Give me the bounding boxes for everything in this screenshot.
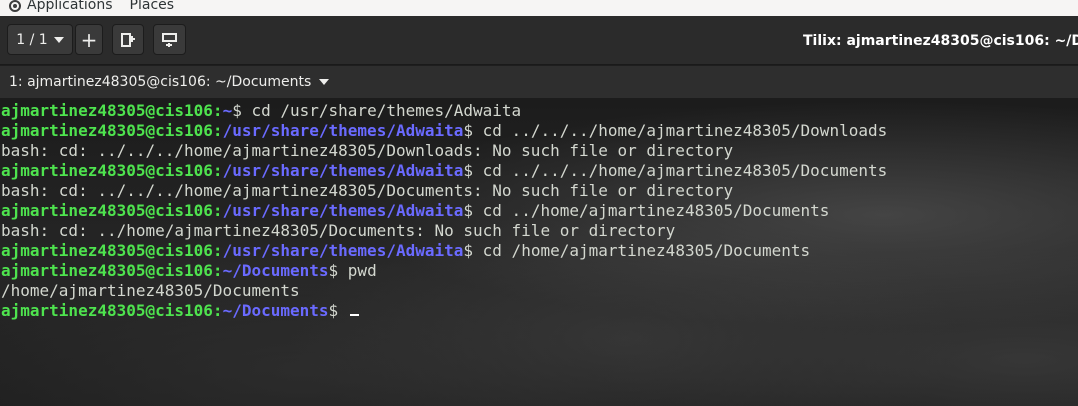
- output-line: bash: cd: ../../../home/ajmartinez48305/…: [1, 141, 734, 160]
- prompt-user: ajmartinez48305@cis106:: [1, 201, 223, 220]
- prompt-path: /usr/share/themes/Adwaita: [222, 241, 464, 260]
- output-line: bash: cd: ../home/ajmartinez48305/Docume…: [1, 221, 676, 240]
- command-text: $ cd /home/ajmartinez48305/Documents: [463, 241, 811, 260]
- prompt-user: ajmartinez48305@cis106:: [1, 241, 223, 260]
- prompt-user: ajmartinez48305@cis106:: [1, 161, 223, 180]
- chevron-down-icon[interactable]: [319, 79, 330, 85]
- prompt-path: /usr/share/themes/Adwaita: [222, 161, 464, 180]
- window-title: Tilix: ajmartinez48305@cis106: ~/Documen…: [803, 33, 1078, 49]
- command-text: $: [328, 301, 348, 320]
- prompt-line: ajmartinez48305@cis106:~$ cd /usr/share/…: [1, 101, 887, 121]
- prompt-user: ajmartinez48305@cis106:: [1, 261, 223, 280]
- terminal-title-bar[interactable]: 1: ajmartinez48305@cis106: ~/Documents: [0, 66, 1078, 98]
- prompt-line: ajmartinez48305@cis106:~/Documents$: [1, 301, 887, 321]
- command-text: $ cd ../../../home/ajmartinez48305/Downl…: [463, 121, 888, 140]
- prompt-line: ajmartinez48305@cis106:/usr/share/themes…: [1, 161, 887, 181]
- places-label: Places: [129, 0, 175, 13]
- command-text: $ cd ../../../home/ajmartinez48305/Docum…: [463, 161, 888, 180]
- tilix-header-bar: 1 / 1 + Tilix: ajmartinez48305@cis106: ~…: [0, 16, 1078, 65]
- split-right-icon: [121, 32, 135, 47]
- prompt-path: ~: [222, 101, 233, 120]
- applications-menu[interactable]: Applications: [0, 0, 113, 16]
- session-switcher-button[interactable]: 1 / 1: [7, 24, 73, 55]
- prompt-path: ~/Documents: [222, 301, 329, 320]
- chevron-down-icon: [53, 36, 64, 43]
- prompt-line: ajmartinez48305@cis106:/usr/share/themes…: [1, 121, 887, 141]
- terminal-output: ajmartinez48305@cis106:~$ cd /usr/share/…: [1, 101, 887, 321]
- output-line: /home/ajmartinez48305/Documents: [1, 281, 300, 300]
- command-text: $ cd /usr/share/themes/Adwaita: [232, 101, 522, 120]
- prompt-user: ajmartinez48305@cis106:: [1, 301, 223, 320]
- applications-icon: [9, 0, 21, 12]
- session-count-label: 1 / 1: [16, 31, 48, 48]
- applications-label: Applications: [27, 0, 113, 13]
- split-down-button[interactable]: [153, 24, 186, 55]
- prompt-path: /usr/share/themes/Adwaita: [222, 121, 464, 140]
- prompt-line: ajmartinez48305@cis106:/usr/share/themes…: [1, 241, 887, 261]
- command-text: $ pwd: [328, 261, 377, 280]
- prompt-user: ajmartinez48305@cis106:: [1, 101, 223, 120]
- terminal-area[interactable]: ajmartinez48305@cis106:~$ cd /usr/share/…: [0, 98, 1078, 406]
- add-session-button[interactable]: +: [75, 24, 103, 55]
- terminal-title-label: 1: ajmartinez48305@cis106: ~/Documents: [9, 74, 312, 90]
- prompt-line: ajmartinez48305@cis106:/usr/share/themes…: [1, 201, 887, 221]
- places-menu[interactable]: Places: [130, 0, 175, 16]
- split-right-button[interactable]: [112, 24, 144, 55]
- system-top-bar: Applications Places: [0, 0, 1078, 16]
- prompt-user: ajmartinez48305@cis106:: [1, 121, 223, 140]
- prompt-path: ~/Documents: [222, 261, 329, 280]
- text-cursor: [349, 314, 359, 316]
- prompt-path: /usr/share/themes/Adwaita: [222, 201, 464, 220]
- split-down-icon: [161, 32, 177, 47]
- command-text: $ cd ../home/ajmartinez48305/Documents: [463, 201, 830, 220]
- prompt-line: ajmartinez48305@cis106:~/Documents$ pwd: [1, 261, 887, 281]
- plus-icon: +: [80, 27, 98, 52]
- output-line: bash: cd: ../../../home/ajmartinez48305/…: [1, 181, 734, 200]
